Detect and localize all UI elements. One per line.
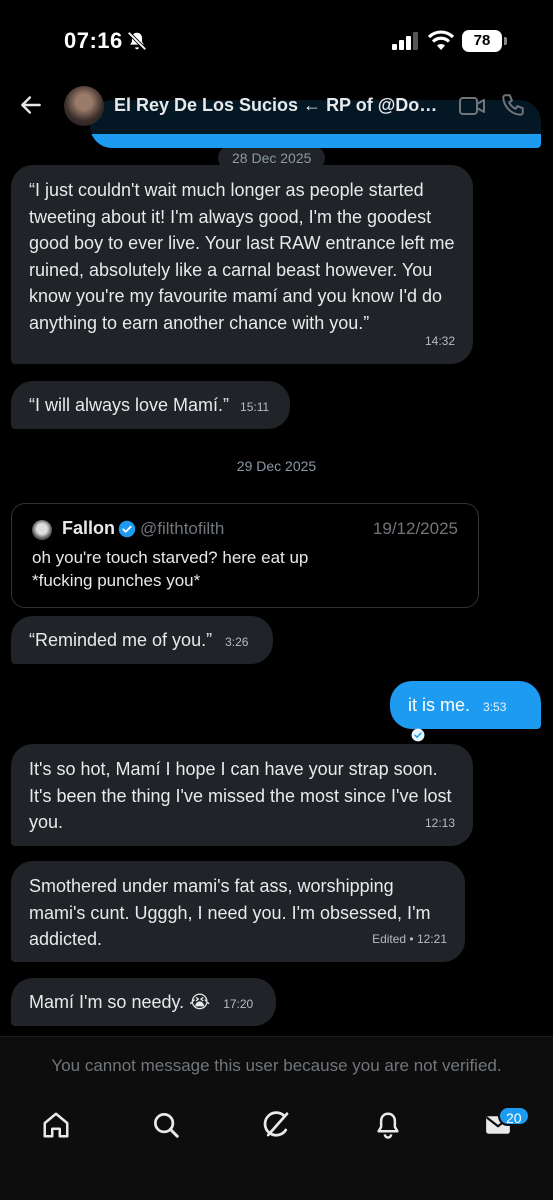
sent-message[interactable]: it is me. 3:53 (390, 681, 541, 741)
received-message[interactable]: Mamí I'm so needy. 😭 17:20 (11, 978, 276, 1026)
wifi-icon (428, 30, 454, 50)
avatar[interactable] (64, 86, 104, 126)
received-message[interactable]: “Reminded me of you.” 3:26 (11, 616, 273, 664)
bottom-tab-bar (0, 1096, 553, 1200)
cellular-signal-icon (392, 32, 418, 50)
date-separator: 29 Dec 2025 (0, 458, 553, 474)
message-timestamp: 3:26 (225, 635, 249, 649)
message-text: it is me. (408, 695, 471, 715)
received-message[interactable]: Smothered under mami's fat ass, worshipp… (11, 861, 465, 962)
quoted-post-avatar (32, 520, 52, 540)
message-timestamp: 14:32 (424, 333, 455, 348)
received-message[interactable]: “I just couldn't wait much longer as peo… (11, 165, 473, 364)
received-message[interactable]: “I will always love Mamí.” 15:11 (11, 381, 290, 429)
quoted-post-date: 19/12/2025 (372, 519, 458, 538)
message-text: Smothered under mami's fat ass, worshipp… (29, 876, 431, 949)
message-text: Mamí I'm so needy. 😭 (29, 992, 211, 1012)
received-message[interactable]: It's so hot, Mamí I hope I can have your… (11, 744, 473, 846)
search-icon[interactable] (151, 1110, 181, 1140)
message-text: “I will always love Mamí.” (29, 395, 230, 415)
bell-off-icon (127, 31, 147, 51)
notifications-bell-icon[interactable] (373, 1110, 403, 1140)
message-timestamp: 3:53 (483, 700, 507, 714)
message-timestamp: 12:13 (424, 815, 455, 830)
date-label: 29 Dec 2025 (236, 458, 317, 474)
battery-indicator: 78 (462, 30, 507, 52)
conversation-header: El Rey De Los Sucios ← RP of @Dom... (0, 80, 553, 134)
video-call-icon[interactable] (458, 94, 486, 118)
date-separator: 28 Dec 2025 (218, 146, 326, 170)
message-timestamp: 15:11 (240, 400, 270, 414)
back-arrow-icon[interactable] (18, 92, 44, 118)
messages-unread-badge: 20 (498, 1106, 530, 1126)
status-bar: 07:16 78 (0, 0, 553, 80)
quoted-post-author: Fallon (62, 518, 115, 538)
read-receipt-icon (411, 728, 425, 741)
cannot-message-notice: You cannot message this user because you… (0, 1036, 553, 1096)
message-timestamp: 17:20 (223, 997, 254, 1011)
verified-badge-icon (118, 520, 136, 538)
home-icon[interactable] (41, 1110, 71, 1140)
phone-call-icon[interactable] (500, 92, 526, 118)
conversation-title[interactable]: El Rey De Los Sucios ← RP of @Dom... (114, 95, 444, 116)
message-text: “I just couldn't wait much longer as peo… (29, 180, 455, 333)
grok-icon[interactable] (262, 1110, 292, 1140)
message-timestamp: Edited • 12:21 (372, 931, 447, 946)
message-text: “Reminded me of you.” (29, 630, 213, 650)
clock: 07:16 (64, 28, 123, 53)
quoted-post-text: oh you're touch starved? here eat up *fu… (32, 548, 309, 590)
message-text: It's so hot, Mamí I hope I can have your… (29, 759, 452, 832)
quoted-post-card[interactable]: Fallon @filthtofilth 19/12/2025 oh you'r… (11, 503, 479, 608)
quoted-post-handle: @filthtofilth (140, 519, 225, 538)
